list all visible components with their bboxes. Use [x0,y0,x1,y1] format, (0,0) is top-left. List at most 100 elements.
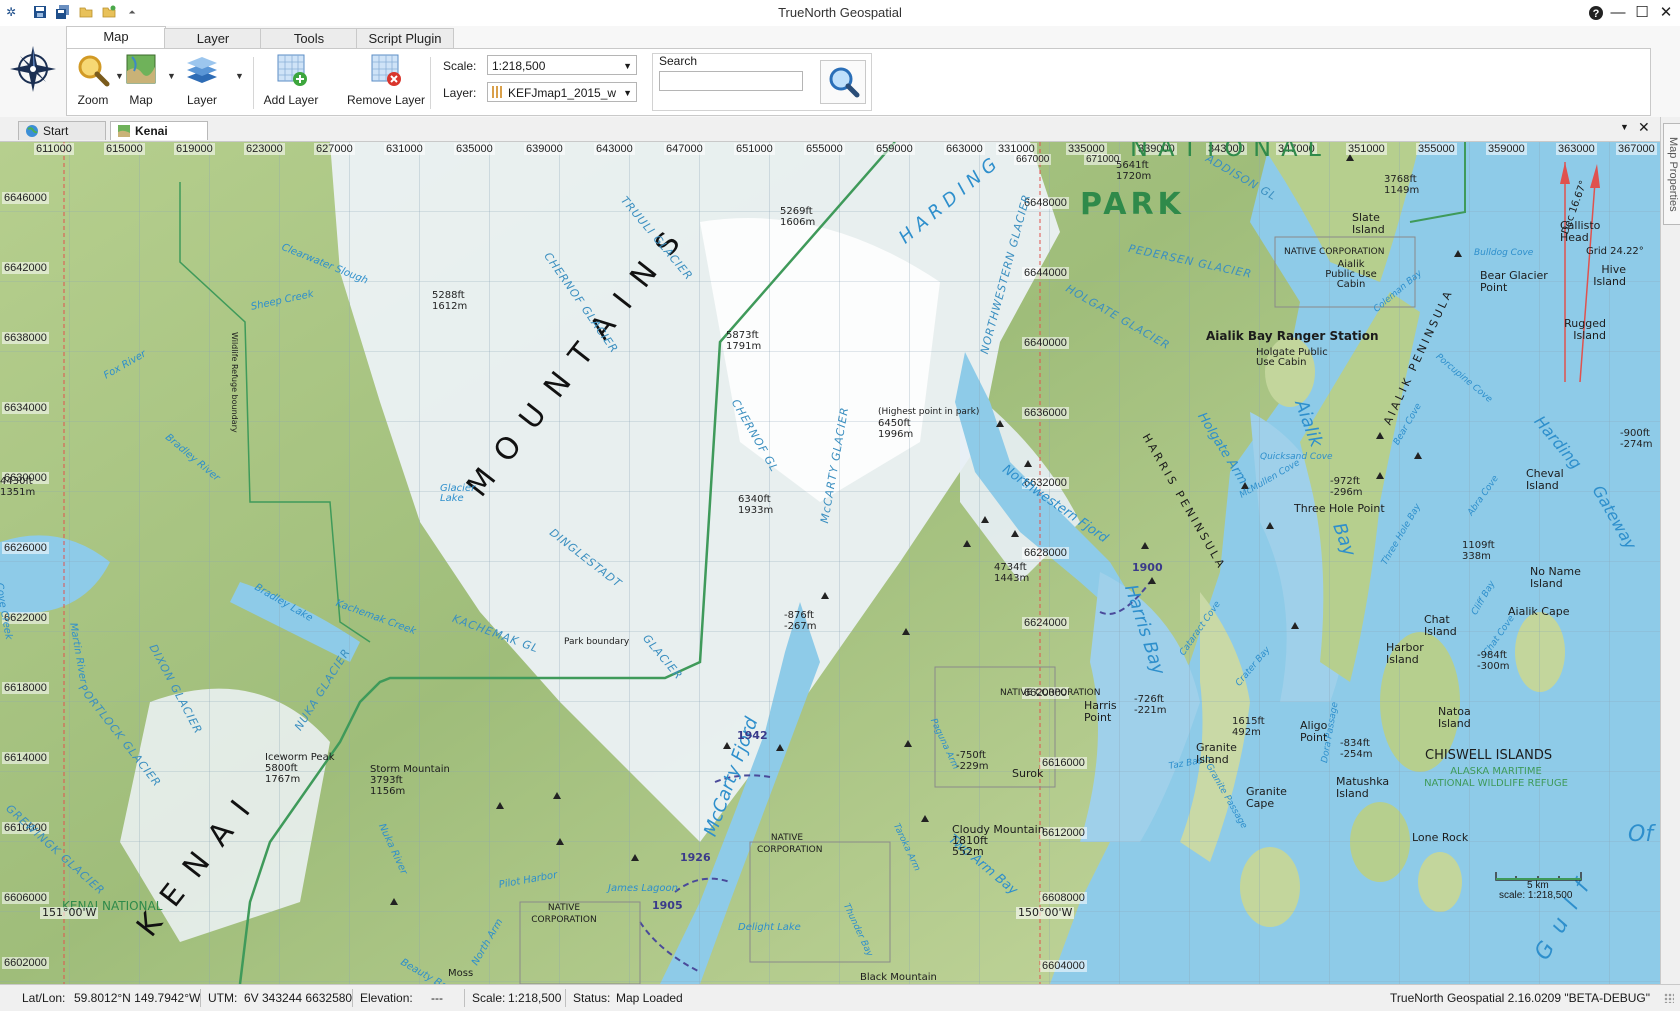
magnifier-icon [76,53,110,87]
ribbon: Map Layer Tools Script Plugin Zoom ▼ Map… [0,26,1680,118]
scale-bar: 5 km scale: 1:218,500 [1495,870,1595,901]
place-label: Natoa Island [1438,705,1471,730]
label-national: NATIONAL [1130,142,1331,162]
search-input[interactable] [659,71,803,91]
remove-layer-label: Remove Layer [347,93,426,107]
tab-script-plugin[interactable]: Script Plugin [356,28,454,49]
scale-combobox[interactable]: 1:218,500 ▼ [487,55,637,75]
grid-label: 6626000 [2,542,49,554]
place-label: Chat Island [1424,613,1457,638]
retreat-year-label: 1926 [680,851,711,864]
raster-layer-icon [492,86,504,98]
elevation-label: 6340ft 1933m [738,494,774,516]
place-label: Harris Point [1084,699,1117,724]
status-separator [200,989,201,1007]
place-label: Granite Cape [1246,785,1287,810]
close-button[interactable]: ✕ [1653,2,1679,24]
elevation-label: 4734ft 1443m [994,562,1030,584]
place-label: Granite Island [1196,741,1237,766]
meridian-label: 151°00'W [40,906,99,919]
maximize-button[interactable]: ☐ [1629,2,1655,24]
map-terrain [0,142,1660,984]
meridian-label: 150°00'W [1016,906,1075,919]
layer-combobox[interactable]: KEFJmap1_2015_w ▼ [487,82,637,102]
grid-label: 363000 [1556,143,1597,155]
tab-tools[interactable]: Tools [260,28,358,49]
grid-label: 6612000 [1040,827,1087,839]
layer-button[interactable]: Layer [182,53,222,107]
grid-label: 6646000 [2,192,49,204]
chevron-down-icon: ▼ [623,88,632,98]
status-bar: Lat/Lon: 59.8012°N 149.7942°W UTM: 6V 34… [0,984,1680,1011]
map-button[interactable]: Map [121,53,161,107]
grid-label: 659000 [874,143,915,155]
grid-label: 631000 [384,143,425,155]
ribbon-separator [430,57,431,109]
label-park: PARK [1080,187,1185,222]
grid-label: 619000 [174,143,215,155]
place-label: Wildlife Refuge boundary [230,332,239,433]
layers-stack-icon [185,53,219,87]
elevation-label: 6450ft 1996m [878,418,914,440]
ribbon-panel-map: Zoom ▼ Map ▼ Layer ▼ Add Layer Remove La… [66,48,1651,116]
add-layer-button[interactable]: Add Layer [263,53,319,107]
zoom-button[interactable]: Zoom [73,53,113,107]
search-label: Search [659,54,698,68]
map-dropdown-icon[interactable]: ▼ [167,71,176,81]
place-label: Cloudy Mountain 1810ft 552m [952,823,1045,858]
elevation-label: 4430ft 1351m [0,476,36,498]
place-label: Slate Island [1352,211,1385,236]
window-title: TrueNorth Geospatial [778,5,902,20]
grid-label: 6614000 [2,752,49,764]
compass-logo-icon[interactable] [8,44,58,94]
place-label: Three Hole Point [1294,502,1385,515]
elevation-label: 1109ft 338m [1462,540,1495,562]
water-label: Of [1628,822,1654,847]
chevron-down-icon: ▼ [623,61,632,71]
grid-label: 615000 [104,143,145,155]
grid-label: 355000 [1416,143,1457,155]
place-label: Moss [448,968,474,979]
place-label: Iceworm Peak 5800ft 1767m [265,752,335,785]
status-separator [565,989,566,1007]
grid-label: 6638000 [2,332,49,344]
doc-tab-kenai-fjords[interactable]: Kenai Fjords [110,121,208,157]
document-tab-strip: Start Page Kenai Fjords ▼ ✕ [0,117,1660,157]
grid-label: 6624000 [1022,617,1069,629]
elevation-label: 1615ft 492m [1232,716,1265,738]
close-tab-icon[interactable]: ✕ [1638,119,1650,136]
search-button[interactable] [820,60,866,104]
help-glyph: ? [1593,8,1600,20]
add-layer-icon [274,53,308,87]
layer-dropdown-icon[interactable]: ▼ [235,71,244,81]
elevation-label: -726ft -221m [1134,694,1167,716]
latlon-label: Lat/Lon: [22,991,66,1005]
map-properties-tab[interactable]: Map Properties [1663,123,1680,225]
remove-layer-button[interactable]: Remove Layer [347,53,426,107]
water-label: James Lagoon [608,883,678,894]
elevation-label: -984ft -300m [1477,650,1510,672]
search-group: Search [652,53,872,111]
utm-value: 6V 343244 6632580 [244,991,353,1005]
resize-grip-icon[interactable] [1664,993,1674,1003]
map-canvas[interactable]: 611000 615000 619000 623000 627000 63100… [0,142,1660,984]
doc-tab-start-page[interactable]: Start Page [18,121,106,157]
place-label: No Name Island [1530,565,1581,590]
grid-label: 6642000 [2,262,49,274]
grid-label: 643000 [594,143,635,155]
grid-label: 639000 [524,143,565,155]
tab-layer[interactable]: Layer [164,28,262,49]
place-label: Aialik Bay Ranger Station [1206,329,1379,343]
scale-status-value: 1:218,500 [508,991,562,1005]
place-label: Cheval Island [1526,467,1564,492]
tab-map[interactable]: Map [66,26,166,49]
elevation-label: 3768ft 1149m [1384,174,1420,196]
place-label: Storm Mountain 3793ft 1156m [370,764,450,797]
place-label: NATIVE CORPORATION [531,903,597,925]
grid-label: 6636000 [1022,407,1069,419]
tab-list-dropdown-icon[interactable]: ▼ [1620,122,1629,132]
grid-label: 6640000 [1022,337,1069,349]
layer-value: KEFJmap1_2015_w [508,86,617,100]
search-icon [829,67,860,98]
minimize-button[interactable]: — [1605,2,1631,24]
